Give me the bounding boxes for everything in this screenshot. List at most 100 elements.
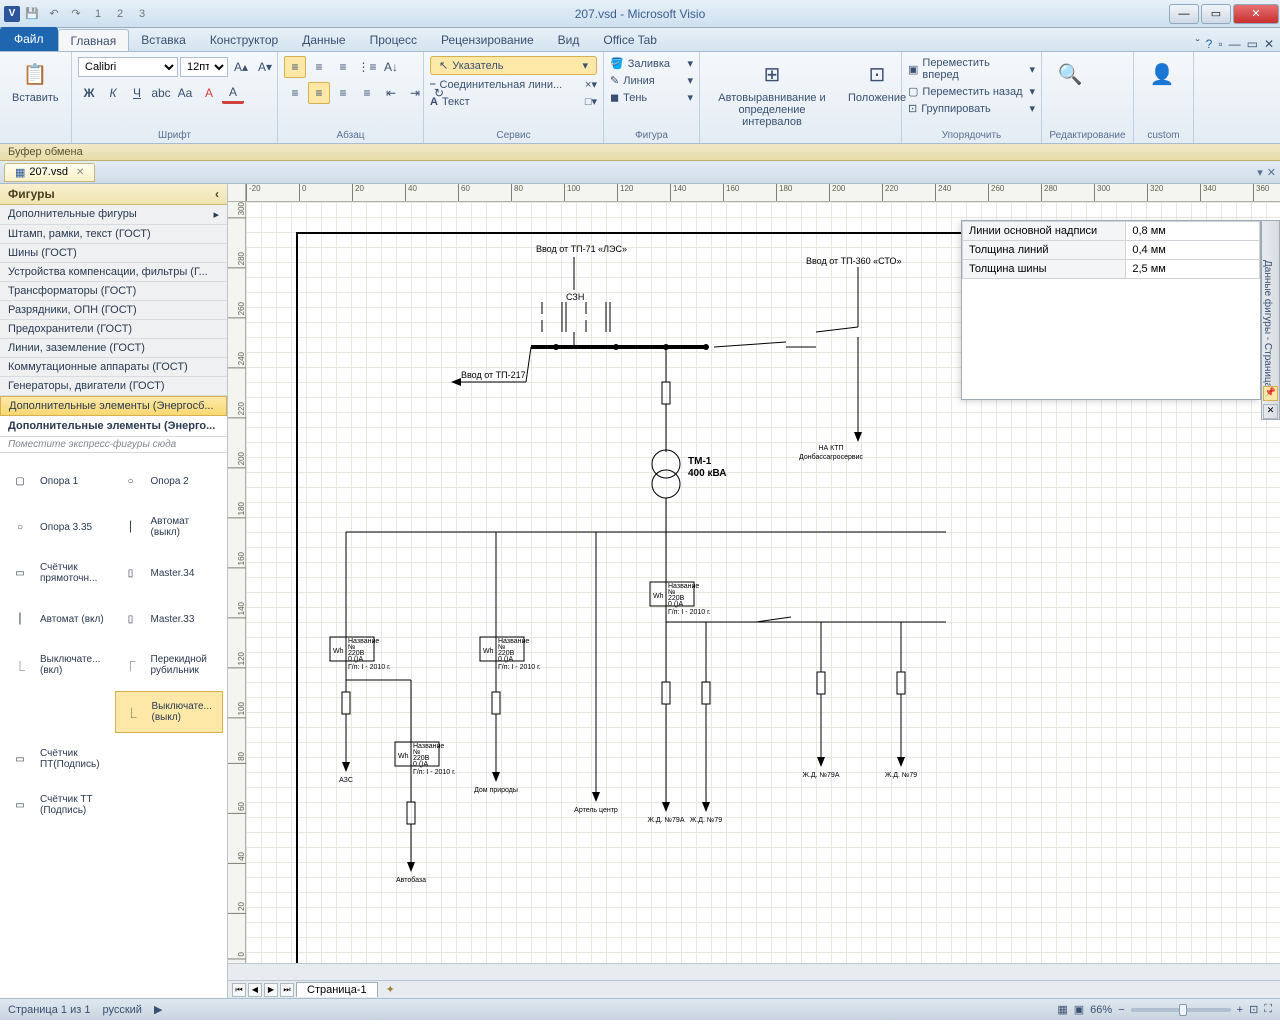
strikethrough-button[interactable]: abc [150, 82, 172, 104]
shape-category[interactable]: Штамп, рамки, текст (ГОСТ) [0, 225, 227, 244]
align-mid-button[interactable]: ≡ [308, 56, 330, 78]
doctab-list-icon[interactable]: ✕ [1267, 166, 1276, 179]
doctab-opt-icon[interactable]: ▾ [1257, 166, 1263, 179]
qat-save-icon[interactable]: 💾 [22, 4, 42, 24]
horizontal-scrollbar[interactable] [228, 963, 1280, 980]
align-left-button[interactable]: ≡ [284, 82, 306, 104]
shape-stencil-item[interactable]: ⎾Перекидной рубильник [115, 645, 224, 685]
shape-category[interactable]: Генераторы, двигатели (ГОСТ) [0, 377, 227, 396]
page-add-button[interactable]: ✦ [380, 983, 401, 996]
custom-button[interactable]: 👤 [1140, 56, 1184, 92]
page-last-button[interactable]: ⏭ [280, 983, 294, 997]
group-button[interactable]: ⊡Группировать▾ [908, 101, 1035, 116]
app-icon[interactable]: V [4, 6, 20, 22]
align-bot-button[interactable]: ≡ [332, 56, 354, 78]
underline-button[interactable]: Ч [126, 82, 148, 104]
font-name-select[interactable]: Calibri [78, 57, 178, 77]
shape-stencil-item[interactable]: ▭Счётчик прямоточн... [4, 553, 113, 593]
shape-stencil-item[interactable]: ⎿Выключате... (выкл) [115, 691, 224, 733]
italic-button[interactable]: К [102, 82, 124, 104]
bullets-button[interactable]: ⋮≡ [356, 56, 378, 78]
minimize-button[interactable]: — [1169, 4, 1199, 24]
tab-process[interactable]: Процесс [358, 29, 429, 51]
indent-inc-button[interactable]: ⇥ [404, 82, 426, 104]
help-icon[interactable]: ? [1206, 37, 1213, 51]
qat-btn-1[interactable]: 1 [88, 4, 108, 24]
document-tab-active[interactable]: ▦ 207.vsd ✕ [4, 163, 95, 182]
page-next-button[interactable]: ▶ [264, 983, 278, 997]
shape-stencil-item[interactable]: ▯Master.33 [115, 599, 224, 639]
highlight-button[interactable]: A [198, 82, 220, 104]
font-color-button[interactable]: A [222, 82, 244, 104]
qat-btn-3[interactable]: 3 [132, 4, 152, 24]
view-fullscreen-icon[interactable]: ▣ [1074, 1003, 1084, 1016]
shapes-more[interactable]: Дополнительные фигуры▸ [0, 205, 227, 225]
data-row[interactable]: Линии основной надписи0,8 мм [963, 222, 1260, 241]
shape-stencil-item[interactable]: ○Опора 3.35 [4, 507, 113, 547]
shape-stencil-item[interactable]: ⎿Выключате... (вкл) [4, 645, 113, 685]
tab-view[interactable]: Вид [546, 29, 592, 51]
close-button[interactable]: ✕ [1233, 4, 1279, 24]
zoom-in-button[interactable]: + [1237, 1004, 1243, 1016]
send-backward-button[interactable]: ▢Переместить назад▾ [908, 84, 1035, 99]
data-panel-close-icon[interactable]: ✕ [1263, 404, 1278, 419]
align-top-button[interactable]: ≡ [284, 56, 306, 78]
shape-stencil-item[interactable]: ▢Опора 1 [4, 461, 113, 501]
mdi-min-icon[interactable]: — [1229, 37, 1241, 51]
data-value[interactable]: 0,4 мм [1126, 241, 1260, 260]
qat-btn-2[interactable]: 2 [110, 4, 130, 24]
align-right-button[interactable]: ≡ [332, 82, 354, 104]
ribbon-minimize-icon[interactable]: ˇ [1196, 37, 1200, 51]
data-value[interactable]: 0,8 мм [1126, 222, 1260, 241]
zoom-full-button[interactable]: ⛶ [1264, 1003, 1272, 1016]
tab-officetab[interactable]: Office Tab [591, 29, 669, 51]
shape-stencil-item[interactable]: ○Опора 2 [115, 461, 224, 501]
paste-button[interactable]: 📋 Вставить [6, 56, 65, 106]
file-tab[interactable]: Файл [0, 27, 58, 51]
shape-stencil-item[interactable]: ⎮Автомат (вкл) [4, 599, 113, 639]
doc-tab-close-icon[interactable]: ✕ [76, 167, 84, 178]
ribbon-opt-icon[interactable]: ▫ [1218, 37, 1222, 51]
text-tool-button[interactable]: A Текст □▾ [430, 94, 597, 109]
grow-font-icon[interactable]: A▴ [230, 56, 252, 78]
autoalign-button[interactable]: ⊞ Автовыравнивание и определение интерва… [706, 56, 838, 130]
tab-data[interactable]: Данные [290, 29, 357, 51]
fill-button[interactable]: 🪣Заливка▾ [610, 56, 693, 71]
tab-designer[interactable]: Конструктор [198, 29, 290, 51]
mdi-close-icon[interactable]: ✕ [1264, 37, 1274, 51]
view-normal-icon[interactable]: ▦ [1057, 1003, 1067, 1016]
zoom-level[interactable]: 66% [1090, 1004, 1112, 1016]
zoom-fit-button[interactable]: ⊡ [1249, 1003, 1258, 1016]
bring-forward-button[interactable]: ▣Переместить вперед▾ [908, 56, 1035, 82]
shape-category[interactable]: Коммутационные аппараты (ГОСТ) [0, 358, 227, 377]
shape-category[interactable]: Линии, заземление (ГОСТ) [0, 339, 227, 358]
tab-home[interactable]: Главная [58, 29, 130, 51]
align-center-button[interactable]: ≡ [308, 82, 330, 104]
shape-category[interactable]: Устройства компенсации, фильтры (Г... [0, 263, 227, 282]
font-size-select[interactable]: 12пт [180, 57, 228, 77]
data-value[interactable]: 2,5 мм [1126, 260, 1260, 279]
shape-stencil-item[interactable]: ⎮Автомат (выкл) [115, 507, 224, 547]
indent-dec-button[interactable]: ⇤ [380, 82, 402, 104]
shape-stencil-item[interactable]: ▭Счётчик ТТ (Подпись) [4, 785, 113, 825]
editing-button[interactable]: 🔍 [1048, 56, 1092, 92]
shapes-header-chevron-icon[interactable]: ‹ [215, 187, 219, 201]
tab-insert[interactable]: Вставка [129, 29, 198, 51]
page-first-button[interactable]: ⏮ [232, 983, 246, 997]
pointer-tool-button[interactable]: ↖ Указатель ▾ [430, 56, 597, 75]
case-button[interactable]: Aa [174, 82, 196, 104]
page-prev-button[interactable]: ◀ [248, 983, 262, 997]
shape-stencil-item[interactable]: ▯Master.34 [115, 553, 224, 593]
data-row[interactable]: Толщина линий0,4 мм [963, 241, 1260, 260]
shape-category[interactable]: Трансформаторы (ГОСТ) [0, 282, 227, 301]
shape-stencil-item[interactable]: ▭Счётчик ПТ(Подпись) [4, 739, 113, 779]
sort-button[interactable]: A↓ [380, 56, 402, 78]
connector-tool-button[interactable]: ⎯ Соединительная лини... ×▾ [430, 77, 597, 92]
shape-category[interactable]: Разрядники, ОПН (ГОСТ) [0, 301, 227, 320]
page-tab-1[interactable]: Страница-1 [296, 982, 378, 997]
shape-category[interactable]: Дополнительные элементы (Энергосб... [0, 396, 227, 416]
shadow-button[interactable]: ◼Тень▾ [610, 90, 693, 105]
zoom-slider[interactable] [1131, 1008, 1231, 1012]
data-panel-pin-icon[interactable]: 📌 [1263, 386, 1278, 401]
shape-category[interactable]: Предохранители (ГОСТ) [0, 320, 227, 339]
